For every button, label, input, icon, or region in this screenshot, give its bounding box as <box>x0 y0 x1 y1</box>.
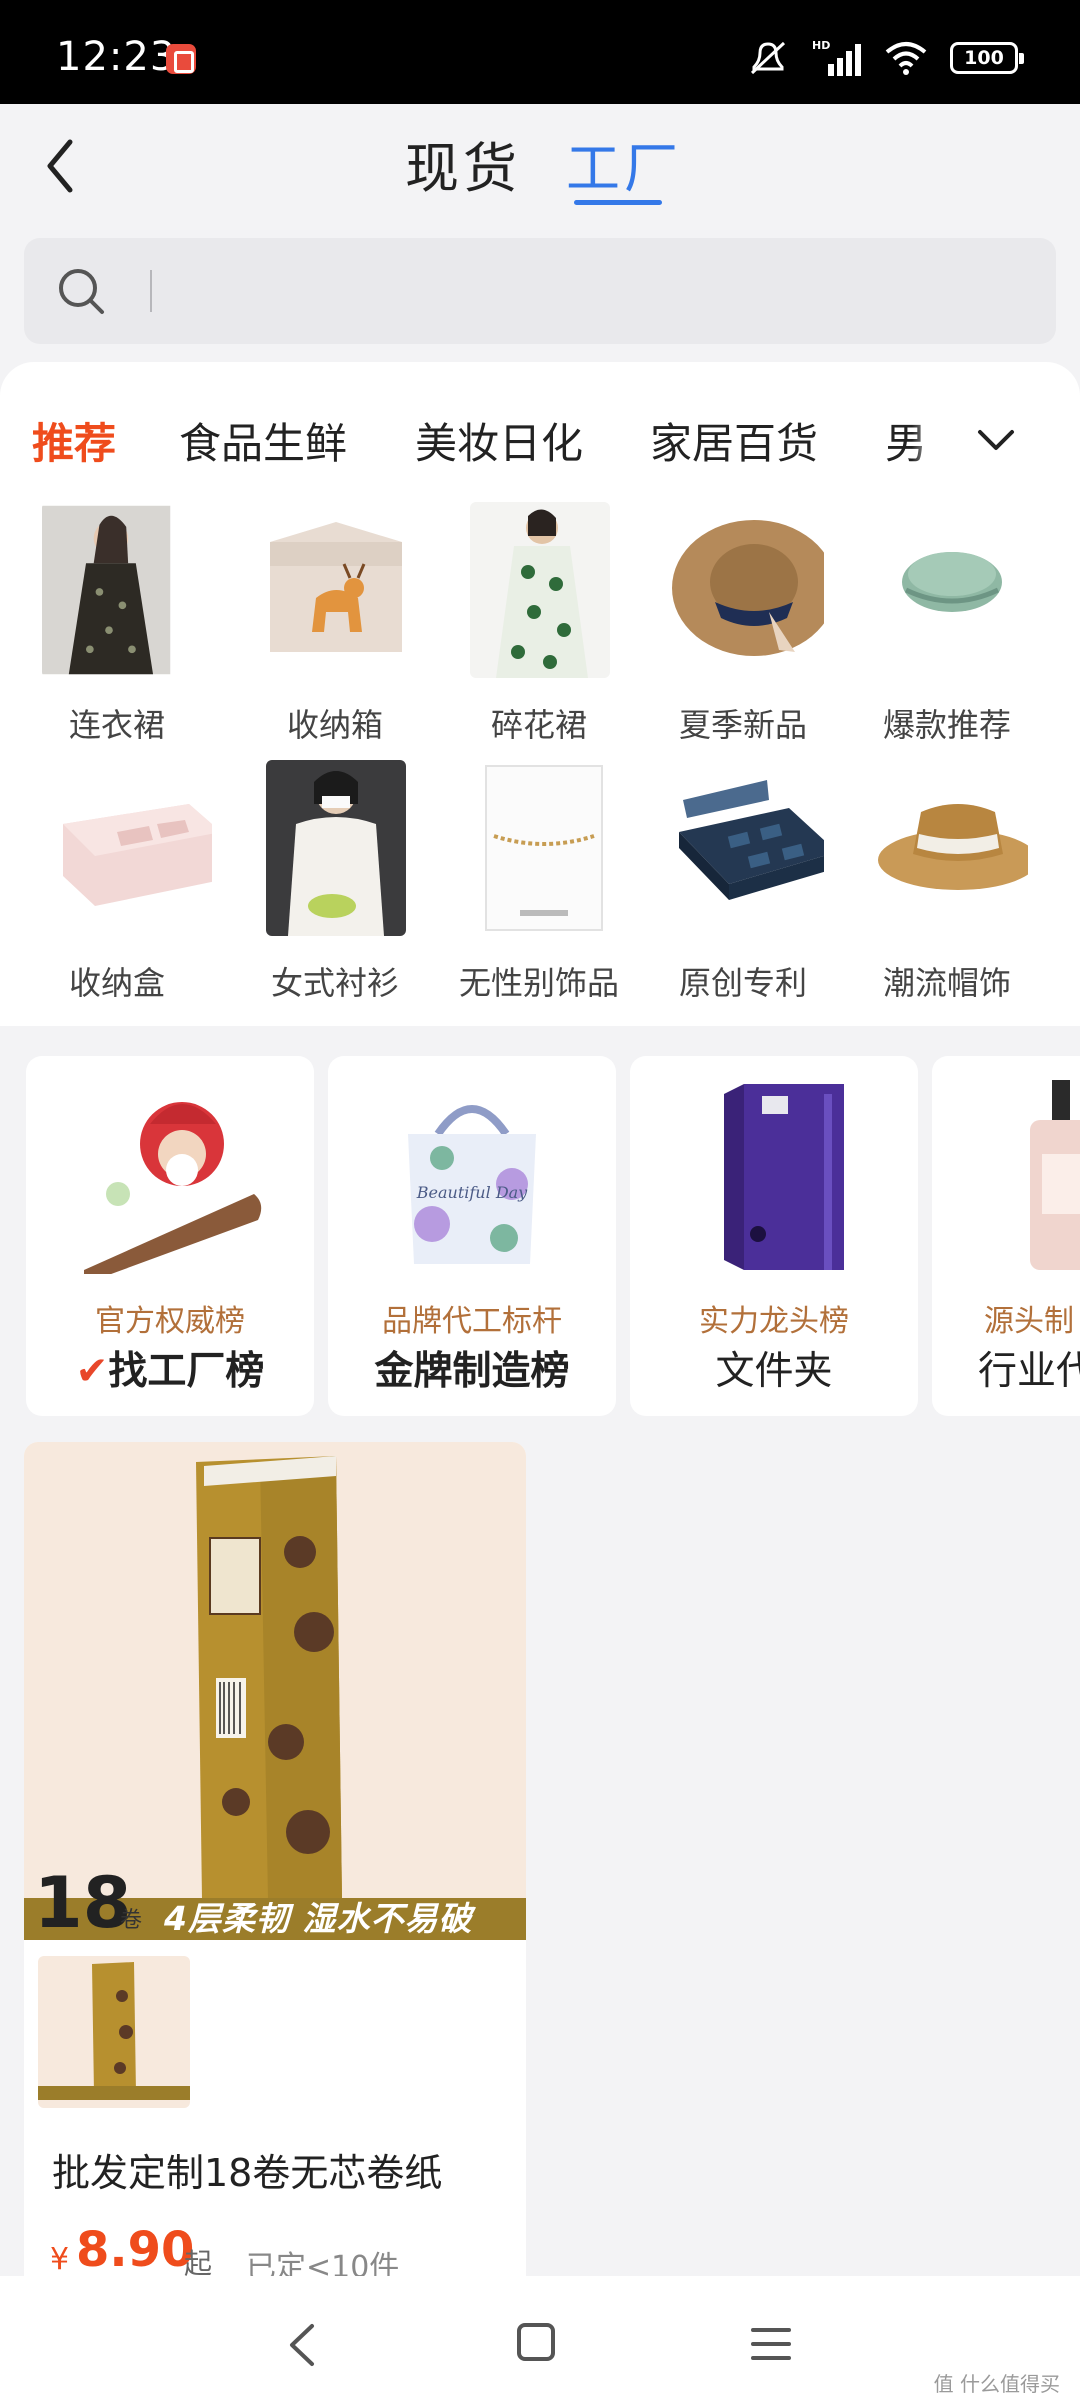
straw-hat-icon <box>672 520 824 656</box>
grid-item-summer-new[interactable]: 夏季新品 <box>636 502 824 752</box>
mute-icon <box>750 41 786 75</box>
tab-spot-goods[interactable]: 现货 <box>405 124 521 203</box>
panama-hat-icon <box>878 804 1028 890</box>
purple-binder-icon <box>724 1084 844 1270</box>
category-grid: 连衣裙 收纳箱 碎花裙 夏季新品 爆款推荐 收纳盒 女式衬衫 无性别饰品 原创专… <box>24 502 1060 1012</box>
pill-box-icon <box>679 780 824 900</box>
grid-item-label: 爆款推荐 <box>882 706 1011 744</box>
category-card: 推荐 食品生鲜 美妆日化 家居百货 男 连衣裙 收纳箱 碎花裙 夏季新品 爆款推… <box>0 362 1080 1026</box>
floral-dress-photo-icon <box>42 505 171 675</box>
svg-text:Beautiful Day: Beautiful Day <box>416 1183 528 1202</box>
watermark: 值 什么值得买 <box>933 2372 1060 2396</box>
category-tab-recommend[interactable]: 推荐 <box>32 410 116 470</box>
grid-item-label: 女式衬衫 <box>270 964 399 1002</box>
app-root: 12:23 HD 100 现货 工厂 推荐 食品生鲜 美妆日化 家居百货 男 连… <box>0 0 1080 2403</box>
rank-card-industry[interactable]: 源头制 行业代 <box>932 1056 1080 1416</box>
battery-indicator: 100 <box>950 42 1024 74</box>
price-currency: ¥ <box>50 2242 70 2277</box>
toilet-paper-thumb-icon <box>38 1962 190 2100</box>
rank-card-title: 金牌制造榜 <box>374 1349 570 1394</box>
bracelet-card-icon <box>485 765 603 931</box>
rank-card-title: ✔找工厂榜 <box>26 1340 314 1396</box>
grid-item-blouse[interactable]: 女式衬衫 <box>228 760 408 1010</box>
nav-back-icon[interactable] <box>282 2320 322 2370</box>
grid-item-label: 收纳盒 <box>68 964 165 1002</box>
grid-item-label: 无性别饰品 <box>458 964 619 1002</box>
grid-item-hot-pick[interactable]: 爆款推荐 <box>840 502 1020 752</box>
rank-card-title: 行业代 <box>978 1349 1080 1394</box>
grid-item-label: 收纳箱 <box>286 706 383 744</box>
nav-home-icon[interactable] <box>514 2320 558 2364</box>
category-tab-food[interactable]: 食品生鲜 <box>179 410 347 470</box>
product-hero-image: 4层柔韧 湿水不易破 18 卷 <box>24 1442 526 1944</box>
tab-fade-overlay <box>912 410 932 470</box>
product-card[interactable]: 4层柔韧 湿水不易破 18 卷 批发定制18卷无芯卷纸 ¥ 8.90 起 已定<… <box>24 1442 526 2282</box>
search-caret <box>150 270 152 312</box>
check-mark-icon: ✔ <box>75 1349 109 1394</box>
product-roll-unit: 卷 <box>120 1908 143 1933</box>
product-banner-text: 4层柔韧 湿水不易破 <box>164 1899 473 1938</box>
rank-card-subtitle: 源头制 <box>984 1304 1074 1339</box>
rank-card-find-factory[interactable]: 官方权威榜 ✔找工厂榜 <box>26 1056 314 1416</box>
category-tab-home[interactable]: 家居百货 <box>650 410 818 470</box>
santa-figure-icon <box>84 1102 262 1274</box>
grid-item-storage-box[interactable]: 收纳箱 <box>228 502 408 752</box>
green-beret-icon <box>902 552 1002 612</box>
rank-card-subtitle: 官方权威榜 <box>95 1304 245 1339</box>
system-nav-bar: 值 什么值得买 <box>0 2276 1080 2403</box>
grid-item-dress[interactable]: 连衣裙 <box>24 502 204 752</box>
signal-icon: HD <box>812 39 861 76</box>
rank-card-title: 文件夹 <box>715 1349 833 1394</box>
white-blouse-icon <box>266 760 406 936</box>
status-bar: 12:23 HD 100 <box>0 0 1080 104</box>
tab-factory[interactable]: 工厂 <box>566 124 682 203</box>
gift-bag-icon: Beautiful Day <box>408 1105 536 1264</box>
search-input[interactable] <box>24 238 1056 344</box>
rank-card-leading-folder[interactable]: 实力龙头榜 文件夹 <box>630 1056 918 1416</box>
rank-card-subtitle: 品牌代工标杆 <box>382 1304 562 1339</box>
grid-item-label: 碎花裙 <box>490 706 587 744</box>
rank-card-subtitle: 实力龙头榜 <box>699 1304 849 1339</box>
header: 现货 工厂 <box>0 104 1080 234</box>
deer-storage-box-icon <box>270 522 402 652</box>
wifi-icon <box>885 42 927 75</box>
grid-item-label: 夏季新品 <box>678 706 807 744</box>
status-time: 12:23 <box>56 34 177 80</box>
grid-item-label: 潮流帽饰 <box>882 964 1011 1002</box>
rank-card-gold-manufacturer[interactable]: Beautiful Day 品牌代工标杆 金牌制造榜 <box>328 1056 616 1416</box>
product-thumbnail[interactable] <box>38 1956 190 2108</box>
category-tab-beauty[interactable]: 美妆日化 <box>415 410 583 470</box>
grid-item-unisex-accessory[interactable]: 无性别饰品 <box>432 760 619 1010</box>
search-icon <box>59 269 104 314</box>
notification-app-icon <box>166 44 196 74</box>
network-type: HD <box>812 39 830 52</box>
grid-item-label: 原创专利 <box>678 964 807 1002</box>
status-icons: HD 100 <box>748 38 1024 78</box>
pink-organizer-icon <box>63 804 212 906</box>
back-arrow-icon[interactable] <box>38 134 82 198</box>
tab-active-indicator <box>574 200 662 205</box>
product-price: 8.90 <box>76 2222 195 2278</box>
category-tab-bar: 推荐 食品生鲜 美妆日化 家居百货 男 <box>32 410 932 470</box>
grid-item-label: 连衣裙 <box>68 706 165 744</box>
product-roll-count: 18 <box>34 1862 132 1944</box>
grid-item-storage-tray[interactable]: 收纳盒 <box>24 760 212 1010</box>
nav-menu-icon[interactable] <box>750 2324 792 2364</box>
grid-item-original-patent[interactable]: 原创专利 <box>636 760 824 1010</box>
chevron-down-icon[interactable] <box>970 414 1022 466</box>
lotion-bottle-icon <box>1030 1080 1080 1270</box>
grid-item-floral-skirt[interactable]: 碎花裙 <box>432 502 612 752</box>
product-title[interactable]: 批发定制18卷无芯卷纸 <box>52 2142 442 2197</box>
grid-item-trendy-hat[interactable]: 潮流帽饰 <box>840 760 1028 1010</box>
rank-card-title-text: 找工厂榜 <box>108 1349 265 1394</box>
green-floral-dress-icon <box>470 502 610 678</box>
